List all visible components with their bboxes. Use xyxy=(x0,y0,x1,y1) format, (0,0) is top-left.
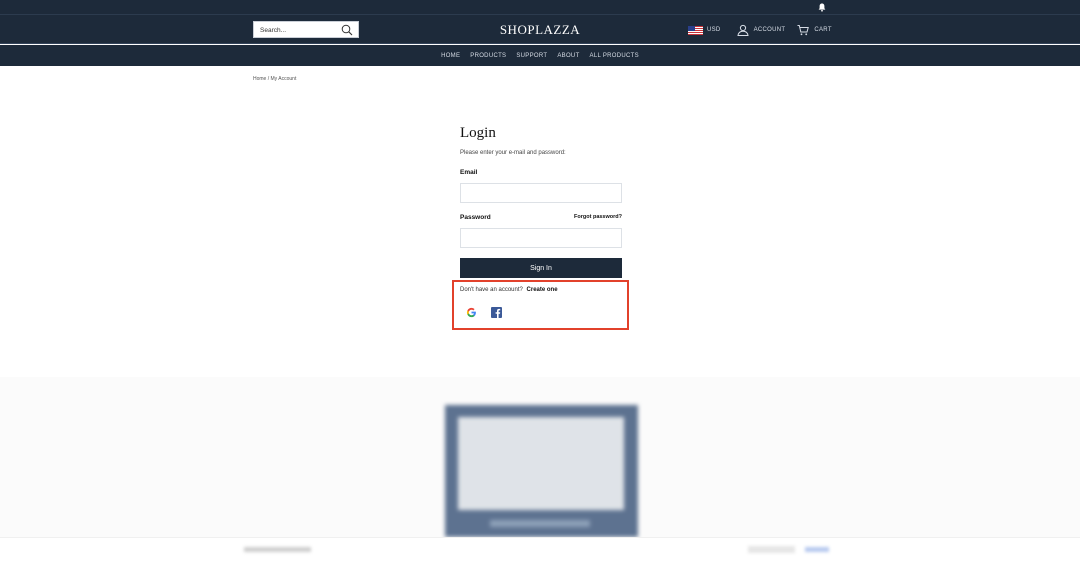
nav-item-all-products[interactable]: ALL PRODUCTS xyxy=(590,53,639,59)
blurred-banner-button xyxy=(490,520,590,527)
main-nav: HOME PRODUCTS SUPPORT ABOUT ALL PRODUCTS xyxy=(0,45,1080,66)
nav-item-products[interactable]: PRODUCTS xyxy=(470,53,506,59)
cart-label: CART xyxy=(814,27,832,33)
login-panel: Login Please enter your e-mail and passw… xyxy=(460,125,622,318)
nav-item-home[interactable]: HOME xyxy=(441,53,460,59)
top-strip xyxy=(0,0,1080,15)
nav-item-about[interactable]: ABOUT xyxy=(557,53,579,59)
account-label: ACCOUNT xyxy=(753,27,786,33)
account-icon xyxy=(736,24,749,36)
page-title: Login xyxy=(460,125,496,141)
site-header: SHOPLAZZA USD ACCOUNT xyxy=(0,15,1080,44)
blurred-footer-text xyxy=(244,547,311,552)
password-field[interactable] xyxy=(460,228,622,248)
us-flag-icon xyxy=(688,25,703,35)
footer-bar xyxy=(0,537,1080,561)
bell-icon[interactable] xyxy=(818,3,826,12)
forgot-password-link[interactable]: Forgot password? xyxy=(574,214,622,220)
cart-link[interactable]: CART xyxy=(797,24,831,36)
currency-label: USD xyxy=(707,27,721,33)
password-label: Password xyxy=(460,214,491,221)
email-field[interactable] xyxy=(460,183,622,203)
blurred-footer-link xyxy=(805,547,829,552)
breadcrumb[interactable]: Home / My Account xyxy=(253,76,296,82)
blurred-banner-image xyxy=(458,417,624,510)
site-logo[interactable]: SHOPLAZZA xyxy=(0,22,1080,38)
blurred-banner xyxy=(445,405,638,537)
email-label: Email xyxy=(460,169,478,176)
currency-selector[interactable]: USD xyxy=(688,25,721,35)
sign-in-button[interactable]: Sign In xyxy=(460,258,622,278)
header-actions: USD ACCOUNT CART xyxy=(688,23,832,37)
highlight-box xyxy=(452,280,629,330)
cart-icon xyxy=(797,25,810,36)
account-link[interactable]: ACCOUNT xyxy=(736,24,786,36)
blurred-footer-button xyxy=(748,546,795,553)
nav-item-support[interactable]: SUPPORT xyxy=(516,53,547,59)
login-subtitle: Please enter your e-mail and password: xyxy=(460,150,566,156)
